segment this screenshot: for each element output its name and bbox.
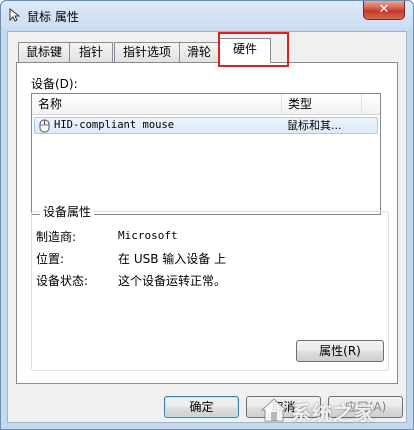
- properties-button[interactable]: 属性(R): [296, 340, 384, 362]
- title-bar[interactable]: 鼠标 属性 ✕: [1, 1, 413, 31]
- watermark: 系统之家: [257, 395, 407, 425]
- manufacturer-value: Microsoft: [118, 229, 178, 242]
- device-name: HID-compliant mouse: [54, 119, 175, 131]
- tab-pointer-options[interactable]: 指针选项: [114, 42, 180, 62]
- column-label: 名称: [38, 97, 63, 111]
- device-properties-group: 设备属性 制造商: Microsoft 位置: 在 USB 输入设备 上 设备状…: [31, 203, 389, 371]
- house-logo-icon: [260, 398, 288, 422]
- window-title: 鼠标 属性: [27, 10, 79, 24]
- mouse-properties-window: 鼠标 属性 ✕ 鼠标键 指针 指针选项 滑轮 硬件 设备(D): 名称 类型 H…: [0, 0, 414, 430]
- ok-button[interactable]: 确定: [164, 396, 239, 418]
- column-header-name[interactable]: 名称: [32, 94, 282, 114]
- close-icon: ✕: [378, 2, 390, 17]
- device-status-label: 设备状态:: [36, 274, 89, 288]
- column-label: 类型: [288, 97, 313, 111]
- tab-label: 鼠标键: [25, 45, 62, 59]
- devices-label: 设备(D):: [31, 77, 78, 91]
- group-title: 设备属性: [40, 203, 95, 220]
- device-status-value: 这个设备运转正常。: [118, 274, 227, 288]
- tab-pointers[interactable]: 指针: [69, 42, 113, 62]
- manufacturer-label: 制造商:: [36, 230, 77, 244]
- devices-list[interactable]: 名称 类型 HID-compliant mouse 鼠标和其...: [31, 93, 381, 215]
- tab-label: 指针: [78, 45, 103, 59]
- watermark-text: 系统之家: [291, 401, 375, 425]
- dialog-client-area: 鼠标键 指针 指针选项 滑轮 硬件 设备(D): 名称 类型 HID-compl…: [7, 31, 407, 423]
- mouse-icon: [39, 119, 50, 133]
- tab-label: 滑轮: [186, 45, 211, 59]
- close-button[interactable]: ✕: [363, 1, 405, 20]
- mouse-pointer-icon: [9, 7, 21, 22]
- list-header: 名称 类型: [32, 94, 380, 115]
- hardware-tab-highlight-box: [218, 32, 289, 67]
- tab-buttons[interactable]: 鼠标键: [18, 42, 70, 62]
- button-label: 确定: [189, 400, 214, 414]
- button-label: 属性(R): [319, 344, 361, 358]
- tab-wheel[interactable]: 滑轮: [179, 42, 219, 62]
- list-item[interactable]: HID-compliant mouse 鼠标和其...: [34, 117, 378, 134]
- location-value: 在 USB 输入设备 上: [118, 252, 227, 266]
- column-header-type[interactable]: 类型: [282, 94, 362, 114]
- location-label: 位置:: [36, 252, 65, 266]
- hardware-tab-panel: 设备(D): 名称 类型 HID-compliant mouse 鼠标和其...…: [16, 62, 398, 384]
- device-type: 鼠标和其...: [287, 119, 342, 132]
- tab-label: 指针选项: [122, 45, 171, 59]
